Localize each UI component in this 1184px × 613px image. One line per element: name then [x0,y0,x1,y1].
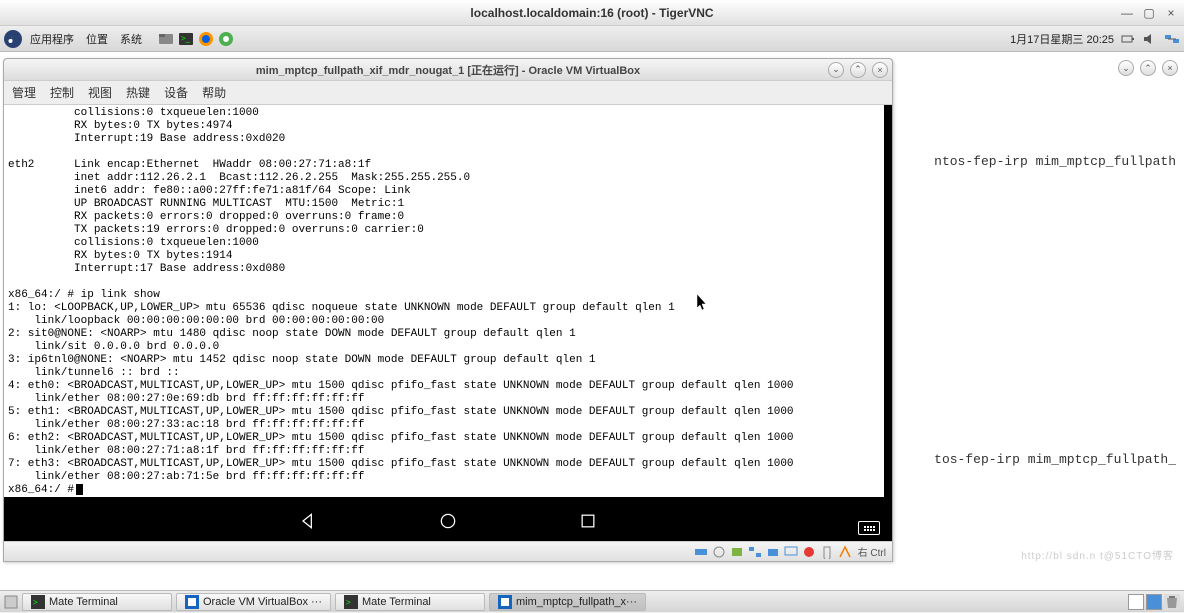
file-manager-icon[interactable] [158,31,174,47]
outer-round-buttons: ⌄ ⌃ × [1118,60,1178,76]
outer-maximize-btn[interactable]: ⌃ [1140,60,1156,76]
fedora-logo-icon[interactable] [4,30,22,48]
outer-close-btn[interactable]: × [1162,60,1178,76]
vbox-close-btn[interactable]: × [872,62,888,78]
vbox-menu-bar: 管理 控制 视图 热键 设备 帮助 [4,81,892,105]
workspace-1[interactable] [1128,594,1144,610]
minimize-button[interactable]: — [1120,6,1134,20]
terminal-scrollbar[interactable] [884,105,892,497]
keyboard-indicator-icon[interactable] [858,521,880,535]
recents-icon[interactable] [578,511,598,531]
terminal-icon[interactable]: >_ [178,31,194,47]
panel-clock[interactable]: 1月17日星期三 20:25 [1010,31,1114,47]
outer-minimize-btn[interactable]: ⌄ [1118,60,1134,76]
vbox-status-bar: 右 Ctrl [4,541,892,561]
status-mouse-icon[interactable] [820,545,834,559]
vm-terminal[interactable]: collisions:0 txqueuelen:1000 RX bytes:0 … [4,105,892,497]
desktop-area: ntos-fep-irp mim_mptcp_fullpath tos-fep-… [0,52,1184,590]
background-window-text: ntos-fep-irp mim_mptcp_fullpath tos-fep-… [894,52,1184,572]
vbox-title-text: mim_mptcp_fullpath_xif_mdr_nougat_1 [正在运… [256,62,640,78]
task-label: mim_mptcp_fullpath_x··· [516,596,637,608]
status-display-icon[interactable] [784,545,798,559]
volume-icon[interactable] [1142,31,1158,47]
battery-icon[interactable] [1120,31,1136,47]
terminal-app-icon: > [31,595,45,609]
top-panel: 应用程序 位置 系统 >_ 1月17日星期三 20:25 [0,26,1184,52]
menu-control[interactable]: 控制 [50,84,74,101]
back-icon[interactable] [298,511,318,531]
status-usb-icon[interactable] [730,545,744,559]
task-label: Oracle VM VirtualBox ··· [203,596,322,608]
terminal-output: collisions:0 txqueuelen:1000 RX bytes:0 … [8,107,888,497]
vbox-minimize-btn[interactable]: ⌄ [828,62,844,78]
svg-text:>_: >_ [181,34,191,43]
trash-icon[interactable] [1164,594,1180,610]
task-item-1[interactable]: Oracle VM VirtualBox ··· [176,593,331,611]
status-hdd-icon[interactable] [694,545,708,559]
close-button[interactable]: × [1164,6,1178,20]
task-label: Mate Terminal [49,596,118,608]
svg-text:>: > [346,598,351,607]
vbox-maximize-btn[interactable]: ⌃ [850,62,866,78]
maximize-button[interactable]: ▢ [1142,6,1156,20]
bottom-taskbar: > Mate Terminal Oracle VM VirtualBox ···… [0,590,1184,612]
outer-title-bar: localhost.localdomain:16 (root) - TigerV… [0,0,1184,26]
status-net-icon[interactable] [748,545,762,559]
panel-system[interactable]: 系统 [116,31,146,47]
status-rec-icon[interactable] [802,545,816,559]
hostkey-label: 右 Ctrl [858,544,886,559]
vbox-app-icon [498,595,512,609]
outer-window-buttons: — ▢ × [1120,6,1178,20]
show-desktop-icon[interactable] [4,595,18,609]
panel-applications[interactable]: 应用程序 [26,31,78,47]
home-icon[interactable] [438,511,458,531]
terminal-cursor [76,484,83,495]
vbox-title-bar[interactable]: mim_mptcp_fullpath_xif_mdr_nougat_1 [正在运… [4,59,892,81]
browser-icon[interactable] [218,31,234,47]
task-item-0[interactable]: > Mate Terminal [22,593,172,611]
outer-window-title: localhost.localdomain:16 (root) - TigerV… [470,6,713,20]
menu-hotkey[interactable]: 热键 [126,84,150,101]
menu-view[interactable]: 视图 [88,84,112,101]
svg-text:>: > [33,598,38,607]
status-shared-icon[interactable] [766,545,780,559]
status-optical-icon[interactable] [712,545,726,559]
menu-devices[interactable]: 设备 [164,84,188,101]
network-icon[interactable] [1164,31,1180,47]
virtualbox-window: mim_mptcp_fullpath_xif_mdr_nougat_1 [正在运… [3,58,893,562]
panel-places[interactable]: 位置 [82,31,112,47]
menu-help[interactable]: 帮助 [202,84,226,101]
workspace-2[interactable] [1146,594,1162,610]
android-nav-bar [4,497,892,541]
status-keybd-icon[interactable] [838,545,852,559]
menu-manage[interactable]: 管理 [12,84,36,101]
firefox-icon[interactable] [198,31,214,47]
terminal-app-icon: > [344,595,358,609]
task-item-2[interactable]: > Mate Terminal [335,593,485,611]
vbox-app-icon [185,595,199,609]
task-item-3[interactable]: mim_mptcp_fullpath_x··· [489,593,646,611]
task-label: Mate Terminal [362,596,431,608]
